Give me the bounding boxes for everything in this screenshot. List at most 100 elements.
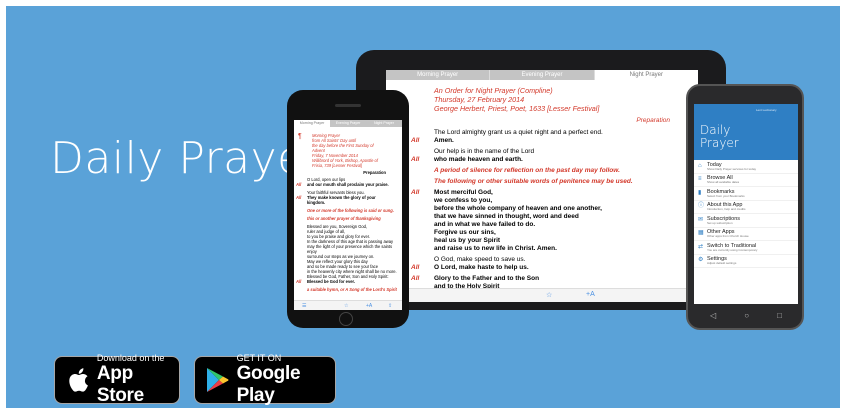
badge-small-text: Download on the xyxy=(96,353,165,363)
tab-night-prayer[interactable]: Night Prayer xyxy=(366,120,402,127)
drawer-header: Lent Lectionary Daily Prayer xyxy=(694,104,798,160)
home-circle-icon[interactable]: ○ xyxy=(744,311,749,320)
liturgy-line: All Blessed be God for ever. xyxy=(294,279,402,284)
liturgy-text: this or another prayer of thanksgiving xyxy=(307,216,381,221)
bookmark-star-icon[interactable]: ☆ xyxy=(344,303,348,309)
liturgy-line: kingdom. xyxy=(294,200,402,205)
menu-icon[interactable]: ☰ xyxy=(302,303,306,309)
drawer-item[interactable]: ⚙ Settings Adjust default settings xyxy=(694,255,798,268)
apple-icon xyxy=(63,367,93,393)
iphone-screen: Morning Prayer Evening Prayer Night Pray… xyxy=(294,120,402,310)
liturgy-line: All Most merciful God, xyxy=(386,189,698,197)
app-store-badge[interactable]: Download on the App Store xyxy=(54,353,180,406)
tab-morning-prayer[interactable]: Morning Prayer xyxy=(294,120,330,127)
section-heading: Preparation xyxy=(363,170,386,175)
tablet-device: Morning Prayer Evening Prayer Night Pray… xyxy=(356,50,726,310)
tab-evening-prayer[interactable]: Evening Prayer xyxy=(489,70,594,80)
drawer-item[interactable]: ⌂ Today Show Daily Prayer services for tod… xyxy=(694,160,798,174)
liturgy-line: heal us by your Spirit xyxy=(386,237,698,245)
liturgy-line: may the light of your presence which the… xyxy=(294,244,402,254)
promo-banner: Daily Prayer Download on the App Store G… xyxy=(6,6,840,408)
liturgy-text: A period of silence for reflection on th… xyxy=(434,167,620,174)
liturgy-line: The following or other suitable words of… xyxy=(386,178,698,186)
tablet-toolbar: ☆ +A xyxy=(386,288,698,302)
drawer-item-subtitle: Select from your Bookmarks xyxy=(707,193,745,198)
drawer-item[interactable]: ≡ Browse All Show all available dates xyxy=(694,174,798,187)
service-date: Thursday, 27 February 2014 xyxy=(434,95,525,104)
home-button[interactable] xyxy=(339,312,353,326)
badge-big-text: App Store xyxy=(96,363,144,406)
text-size-icon[interactable]: +A xyxy=(366,303,372,309)
header-small-text: Lent Lectionary xyxy=(756,108,777,112)
text-size-icon[interactable]: +A xyxy=(586,291,595,298)
google-play-badge[interactable]: GET IT ON Google Play xyxy=(194,353,336,406)
liturgy-text: The Lord almighty grant us a quiet night… xyxy=(434,129,603,136)
recents-icon[interactable]: □ xyxy=(777,311,782,320)
response-marker: All xyxy=(296,182,302,187)
share-icon[interactable]: ⇪ xyxy=(388,303,392,309)
drawer-item[interactable]: ⓘ About this App Introduction, help and cr… xyxy=(694,201,798,214)
app-title: Daily Prayer xyxy=(50,134,323,184)
liturgy-line: O God, make speed to save us. xyxy=(386,256,698,264)
liturgy-text: The following or other suitable words of… xyxy=(434,178,633,185)
drawer-item[interactable]: ⇄ Switch to Traditional You are currently … xyxy=(694,241,798,255)
service-heading: An Order for Night Prayer (Compline) xyxy=(434,86,553,95)
iphone-device: Morning Prayer Evening Prayer Night Pray… xyxy=(287,90,409,328)
liturgy-text: Amen. xyxy=(434,137,454,144)
switch-icon: ⇄ xyxy=(698,243,704,250)
bookmark-icon: ▮ xyxy=(698,189,702,196)
back-icon[interactable]: ◁ xyxy=(710,311,716,320)
app-title-line: Daily Prayer xyxy=(50,133,324,184)
iphone-tabs: Morning Prayer Evening Prayer Night Pray… xyxy=(294,120,402,127)
response-marker xyxy=(294,208,307,213)
liturgy-text: Our help is in the name of the Lord xyxy=(434,148,535,155)
paragraph-icon: ¶ xyxy=(298,133,302,140)
android-screen: Lent Lectionary Daily Prayer ⌂ Today Show … xyxy=(694,104,798,304)
drawer-item-subtitle: Show all available dates xyxy=(707,180,740,184)
drawer-item-subtitle: Adjust default settings xyxy=(707,261,737,265)
drawer-item[interactable]: ▮ Bookmarks Select from your Bookmarks xyxy=(694,187,798,201)
liturgy-text: One or more of the following is said or … xyxy=(307,208,394,213)
liturgy-line: that we have sinned in thought, word and… xyxy=(386,213,698,221)
liturgy-line: A period of silence for reflection on th… xyxy=(386,167,698,175)
liturgy-text: Glory to the Father and to the Son xyxy=(434,275,540,282)
drawer-menu: ⌂ Today Show Daily Prayer services for tod… xyxy=(694,160,798,268)
badge-big-text: Google Play xyxy=(236,363,301,406)
drawer-item-subtitle: You are currently using Contemporary xyxy=(707,247,758,252)
response-marker xyxy=(294,216,307,221)
tab-morning-prayer[interactable]: Morning Prayer xyxy=(386,70,490,80)
tab-night-prayer[interactable]: Night Prayer xyxy=(593,70,698,80)
drawer-item-subtitle: Other apps from Church House xyxy=(707,234,749,238)
liturgy-text: who made heaven and earth. xyxy=(434,156,523,163)
liturgy-text: and our mouth shall proclaim your praise… xyxy=(307,182,389,187)
liturgy-text: Blessed be God for ever. xyxy=(307,279,356,284)
liturgy-text: before the whole company of heaven and o… xyxy=(434,205,602,212)
liturgy-line: All Amen. xyxy=(386,137,698,145)
response-marker: All xyxy=(296,279,302,284)
drawer-item[interactable]: ▦ Other Apps Other apps from Church House xyxy=(694,228,798,241)
liturgy-line: All O Lord, make haste to help us. xyxy=(386,264,698,272)
response-marker xyxy=(294,287,307,292)
service-commemoration: Frisia, 739 [Lesser Festival] xyxy=(312,163,363,168)
tab-evening-prayer[interactable]: Evening Prayer xyxy=(330,120,366,127)
liturgy-text: heal us by your Spirit xyxy=(434,237,501,244)
liturgy-text: and raise us to new life in Christ. Amen… xyxy=(434,245,557,252)
tablet-content: An Order for Night Prayer (Compline) Thu… xyxy=(386,86,698,291)
liturgy-text: we confess to you, xyxy=(434,197,493,204)
app-title-line: Prayer xyxy=(700,136,739,150)
liturgy-lines: The Lord almighty grant us a quiet night… xyxy=(386,129,698,291)
list-icon: ≡ xyxy=(698,176,702,182)
bookmark-star-icon[interactable]: ☆ xyxy=(546,291,552,299)
drawer-item-subtitle: Set up subscription xyxy=(707,220,733,225)
section-heading: Preparation xyxy=(636,117,670,124)
liturgy-line: and raise us to new life in Christ. Amen… xyxy=(386,245,698,253)
subscription-icon: ✉ xyxy=(698,216,704,223)
drawer-item[interactable]: ✉ Subscriptions Set up subscription xyxy=(694,214,798,228)
iphone-content: ¶ Morning Prayer from All Saints' Day un… xyxy=(294,133,402,292)
service-commemoration: George Herbert, Priest, Poet, 1633 [Less… xyxy=(434,104,600,113)
liturgy-line: this or another prayer of thanksgiving xyxy=(294,216,402,221)
google-play-icon xyxy=(203,367,233,393)
liturgy-line: One or more of the following is said or … xyxy=(294,208,402,213)
liturgy-text: kingdom. xyxy=(307,200,326,205)
iphone-speaker xyxy=(335,104,361,107)
